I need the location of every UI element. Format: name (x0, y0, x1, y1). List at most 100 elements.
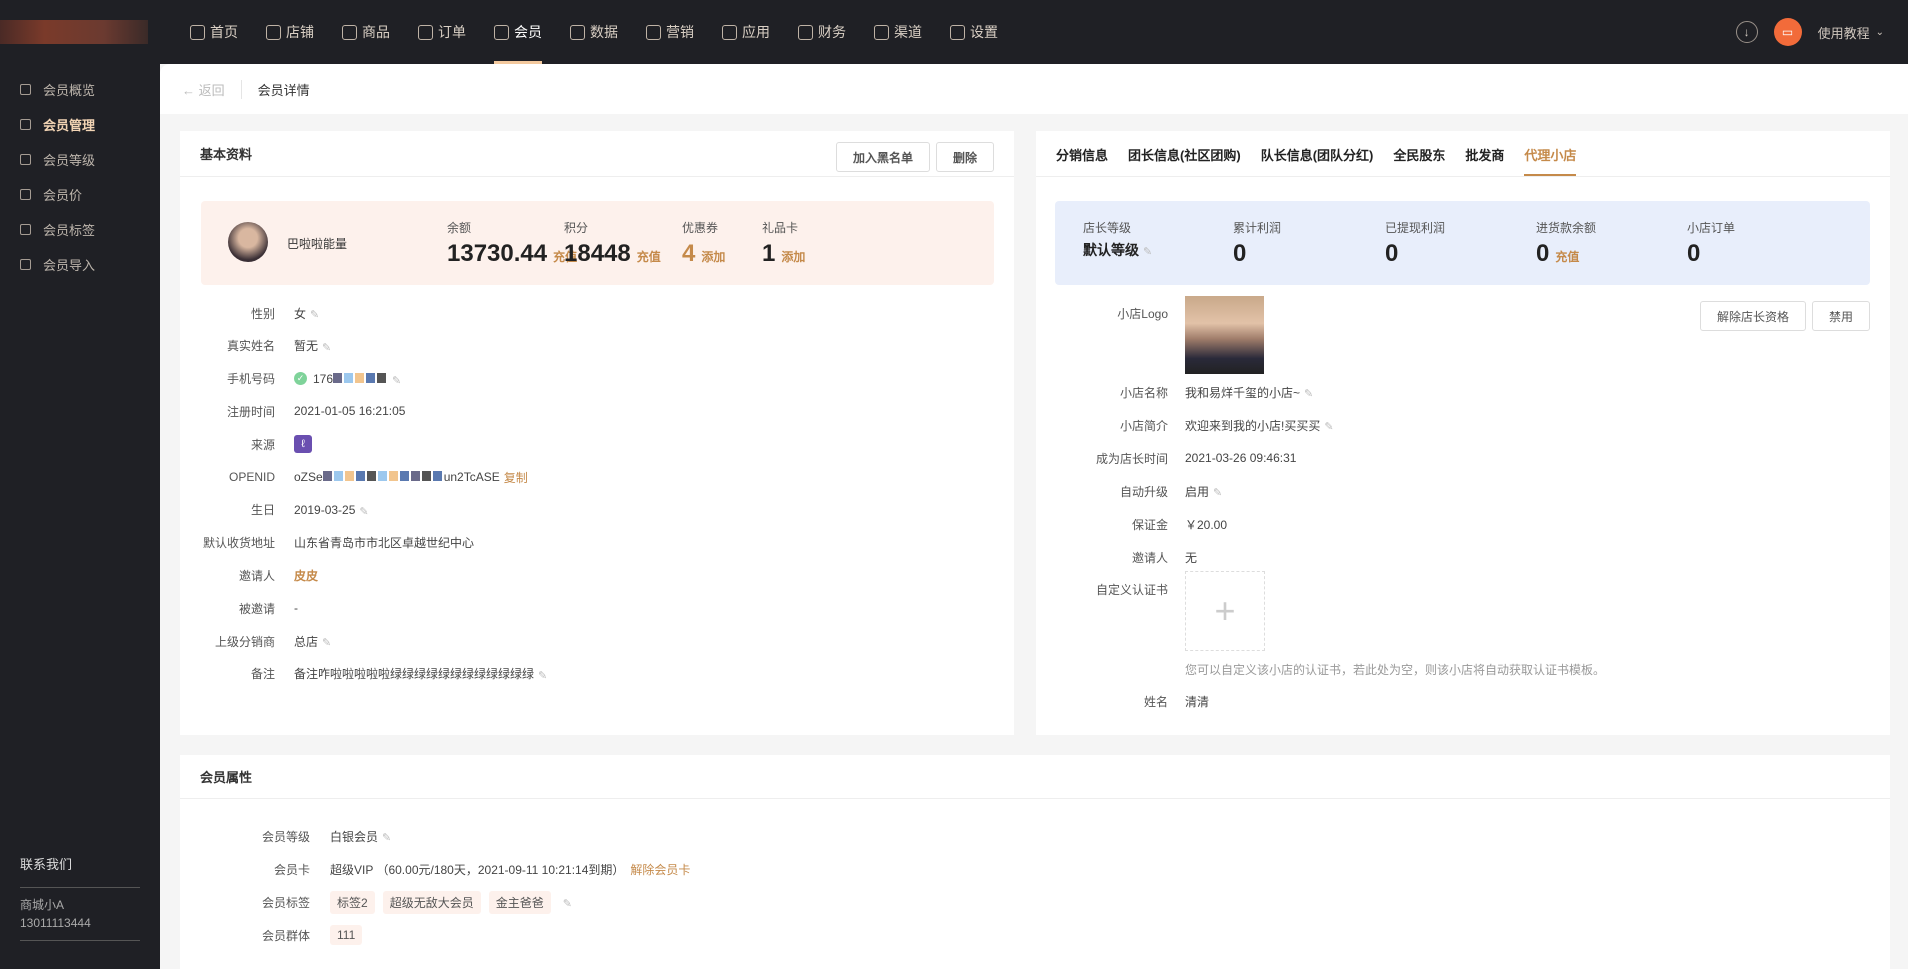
edit-icon[interactable]: ✎ (310, 308, 320, 321)
nav-item-1[interactable]: 店铺 (266, 0, 314, 64)
tab-5[interactable]: 代理小店 (1524, 145, 1577, 176)
shop-info-row: 自动升级 启用 ✎ (1036, 481, 1223, 501)
edit-icon[interactable]: ✎ (322, 341, 332, 354)
row-label: 小店名称 (1119, 385, 1168, 400)
info-row: 默认收货地址 山东省青岛市市北区卓越世纪中心 (180, 533, 474, 553)
shop-panel: 分销信息 团长信息(社区团购) 队长信息(团队分红) 全民股东 批发商 代理小店 店长等级… (1036, 131, 1890, 735)
back-button[interactable]: ← 返回 (182, 79, 242, 99)
stat-1: 积分 18448 充值 (564, 219, 661, 268)
row-value[interactable]: 皮皮 (294, 567, 318, 584)
row-label: 真实姓名 (226, 339, 275, 354)
row-label: 手机号码 (226, 372, 275, 387)
home-icon (190, 24, 205, 40)
breadcrumb: ← 返回 会员详情 (160, 64, 1908, 114)
sidebar-item-label: 会员概览 (43, 83, 96, 98)
edit-icon[interactable]: ✎ (359, 505, 369, 518)
menu-icon (20, 259, 31, 270)
upload-cert-button[interactable]: + (1185, 571, 1265, 651)
recharge-button[interactable]: 充值 (1555, 248, 1579, 265)
remove-card-link[interactable]: 解除会员卡 (630, 861, 690, 878)
nav-item-10[interactable]: 设置 (950, 0, 998, 64)
stat-value: 1 (762, 240, 776, 267)
nav-item-4[interactable]: 会员 (494, 0, 542, 64)
nav-item-3[interactable]: 订单 (418, 0, 466, 64)
group-label: 会员群体 (261, 928, 310, 943)
edit-icon[interactable]: ✎ (392, 374, 402, 387)
nav-item-9[interactable]: 渠道 (874, 0, 922, 64)
nav-label: 营销 (666, 24, 694, 40)
edit-icon[interactable]: ✎ (1213, 486, 1223, 499)
delete-button[interactable]: 删除 (935, 142, 994, 172)
panel-title: 基本资料 (200, 147, 253, 162)
copy-button[interactable]: 复制 (504, 469, 528, 486)
tags-label: 会员标签 (261, 895, 310, 910)
nav-item-8[interactable]: 财务 (798, 0, 846, 64)
tutorial-menu[interactable]: 使用教程 (1818, 23, 1870, 42)
edit-icon[interactable]: ✎ (1324, 420, 1334, 433)
stat-0: 余额 13730.44 充值 (447, 219, 577, 268)
stat-label: 余额 (447, 221, 472, 235)
edit-icon[interactable]: ✎ (1304, 387, 1314, 400)
row-label: 注册时间 (226, 404, 275, 419)
tab-2[interactable]: 队长信息(团队分红) (1261, 145, 1374, 176)
nav-label: 商品 (362, 24, 390, 40)
member-tag: 超级无敌大会员 (382, 890, 481, 914)
nav-item-2[interactable]: 商品 (342, 0, 390, 64)
nav-item-0[interactable]: 首页 (190, 0, 238, 64)
nav-item-6[interactable]: 营销 (646, 0, 694, 64)
tab-1[interactable]: 团长信息(社区团购) (1128, 145, 1241, 176)
contact-title: 联系我们 (20, 854, 140, 888)
stat-value: 0 (1536, 240, 1550, 267)
nav-item-5[interactable]: 数据 (570, 0, 618, 64)
member-tag: 金主爸爸 (488, 890, 551, 914)
tab-4[interactable]: 批发商 (1465, 145, 1504, 176)
info-row: 注册时间 2021-01-05 16:21:05 (180, 401, 405, 421)
stat-action-button[interactable]: 添加 (781, 248, 805, 265)
disable-button[interactable]: 禁用 (1811, 301, 1870, 331)
edit-icon[interactable]: ✎ (1143, 245, 1153, 258)
stat-value: 18448 (564, 240, 631, 267)
goods-icon (342, 24, 357, 40)
row-label: 邀请人 (1131, 550, 1168, 565)
shop-info-row: 保证金 ￥20.00 (1036, 514, 1227, 534)
sidebar-item-1[interactable]: 会员管理 (0, 107, 160, 142)
row-value: 我和易烊千玺的小店~ (1185, 385, 1301, 400)
info-row: OPENID oZSe un2TcASE 复制 (180, 467, 528, 487)
stat-2: 优惠券 4 添加 (682, 219, 725, 268)
tab-3[interactable]: 全民股东 (1393, 145, 1445, 176)
stat-value: 0 (1385, 240, 1399, 267)
row-value: 2021-01-05 16:21:05 (294, 404, 406, 419)
stat-action-button[interactable]: 充值 (637, 248, 661, 265)
row-label: 邀请人 (238, 568, 275, 583)
stat-label: 积分 (564, 221, 589, 235)
sidebar-item-0[interactable]: 会员概览 (0, 72, 160, 107)
chevron-down-icon[interactable]: ⌄ (1876, 27, 1884, 38)
redacted-mask (322, 470, 444, 484)
stat-action-button[interactable]: 添加 (701, 248, 725, 265)
stat-value: 4 (682, 240, 696, 267)
tab-0[interactable]: 分销信息 (1056, 145, 1108, 176)
shop-logo-image[interactable] (1185, 296, 1264, 374)
stat-label: 优惠券 (682, 221, 719, 235)
sidebar-item-2[interactable]: 会员等级 (0, 142, 160, 177)
sidebar-item-3[interactable]: 会员价 (0, 177, 160, 212)
info-row: 性别 女 ✎ (180, 303, 320, 323)
edit-icon[interactable]: ✎ (322, 636, 332, 649)
menu-icon (20, 224, 31, 235)
info-row: 备注 备注咋啦啦啦啦啦绿绿绿绿绿绿绿绿绿绿绿绿 ✎ (180, 664, 548, 684)
row-value: 2021-03-26 09:46:31 (1185, 451, 1297, 465)
logo[interactable] (0, 20, 148, 44)
nav-item-7[interactable]: 应用 (722, 0, 770, 64)
member-name: 巴啦啦能量 (287, 237, 348, 251)
row-value: 暂无 (294, 339, 319, 354)
blacklist-button[interactable]: 加入黑名单 (835, 142, 930, 172)
remove-shopkeeper-button[interactable]: 解除店长资格 (1699, 301, 1806, 331)
edit-icon[interactable]: ✎ (563, 897, 573, 910)
edit-icon[interactable]: ✎ (538, 669, 548, 682)
download-icon[interactable]: ↓ (1735, 21, 1758, 43)
sidebar-item-5[interactable]: 会员导入 (0, 247, 160, 282)
sidebar-item-4[interactable]: 会员标签 (0, 212, 160, 247)
store-avatar[interactable]: ▭ (1773, 18, 1802, 46)
row-value: 备注咋啦啦啦啦啦绿绿绿绿绿绿绿绿绿绿绿绿 (294, 667, 535, 682)
edit-icon[interactable]: ✎ (382, 831, 392, 844)
